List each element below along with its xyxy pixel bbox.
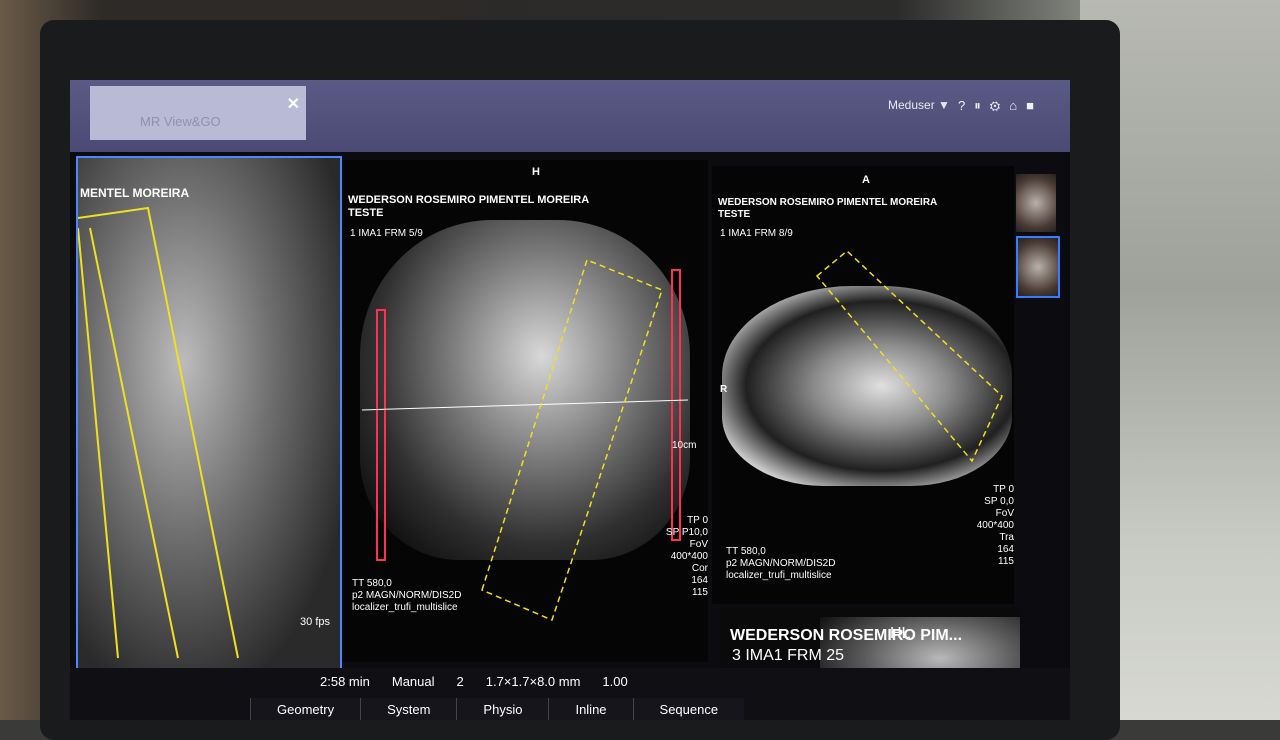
center-tt: TT 580,0 [352,578,392,589]
info-tp: TP 0 [687,515,708,526]
left-viewport[interactable]: MENTEL MOREIRA 30 fps [76,156,342,670]
info-c: 115 [692,587,708,598]
resolution-label: 1.7×1.7×8.0 mm [485,674,581,689]
time-label: 2:58 min [320,674,370,689]
bottom-tabs: Geometry System Physio Inline Sequence [250,698,745,720]
tab-system[interactable]: System [360,698,457,720]
app-tab-title: MR View&GO [140,114,221,129]
thumbnail-1[interactable] [1016,174,1056,232]
status-bar: 2:58 min Manual 2 1.7×1.7×8.0 mm 1.00 Ge… [70,668,1070,720]
rinfo-tp: TP 0 [993,484,1014,495]
right-viewport[interactable]: A WEDERSON ROSEMIRO PIMENTEL MOREIRA TES… [712,166,1014,604]
left-patient-name: MENTEL MOREIRA [80,186,190,200]
rinfo-plane: Tra [999,532,1014,543]
fps-label: 30 fps [300,616,330,628]
r-label: R [720,384,728,395]
info-sp: SP P10,0 [665,527,708,538]
center-sequence: localizer_trufi_multislice [352,602,458,613]
close-icon[interactable]: ✕ [287,94,300,114]
rinfo-c: 115 [998,556,1014,567]
center-image-info: 1 IMA1 FRM 5/9 [350,228,423,239]
br-patient-name: WEDERSON ROSEMIRO PIM... [730,627,963,644]
right-recon: p2 MAGN/NORM/DIS2D [726,558,836,569]
tab-sequence[interactable]: Sequence [632,698,745,720]
right-patient-name: WEDERSON ROSEMIRO PIMENTEL MOREIRA [718,197,938,208]
br-hl: HL [890,625,911,642]
orientation-a: A [862,174,870,186]
left-planning-lines [78,206,239,659]
right-image-info: 1 IMA1 FRM 8/9 [720,228,793,239]
help-icon[interactable]: ? [958,98,974,113]
mr-screen: MR View&GO ✕ Meduser ▼ ?⏸⚙⌂■ MENTEL MORE… [70,80,1070,720]
factor-label: 1.00 [602,674,628,689]
orientation-h: H [532,166,540,178]
info-plane: Cor [691,563,708,574]
center-viewport[interactable]: H WEDERSON ROSEMIRO PIMENTEL MOREIRA TES… [342,160,708,662]
tab-inline[interactable]: Inline [548,698,633,720]
center-patient-name: WEDERSON ROSEMIRO PIMENTEL MOREIRA [348,194,590,206]
br-image-info: 3 IMA1 FRM 25 [732,647,845,664]
right-sequence: localizer_trufi_multislice [726,570,832,581]
rinfo-w: 164 [997,544,1014,555]
info-fov: FoV 400*400 [670,539,708,562]
status-row: 2:58 min Manual 2 1.7×1.7×8.0 mm 1.00 [320,674,628,689]
right-tt: TT 580,0 [726,546,766,557]
info-w: 164 [691,575,708,586]
tab-physio[interactable]: Physio [456,698,549,720]
tab-geometry[interactable]: Geometry [250,698,361,720]
top-bar: MR View&GO ✕ Meduser ▼ ?⏸⚙⌂■ [70,80,1070,152]
center-right-info: TP 0 SP P10,0 FoV 400*400 Cor 164 115 [664,515,708,599]
toolbar-icons[interactable]: ?⏸⚙⌂■ [958,98,1043,114]
thumbnail-2[interactable] [1016,236,1060,298]
mode-label[interactable]: Manual [392,674,435,689]
app-tab[interactable]: MR View&GO ✕ [90,86,306,140]
rinfo-fov: FoV 400*400 [976,508,1014,531]
right-study: TESTE [718,209,751,220]
center-recon: p2 MAGN/NORM/DIS2D [352,590,462,601]
right-right-info: TP 0 SP 0,0 FoV 400*400 Tra 164 115 [958,484,1014,568]
user-menu[interactable]: Meduser ▼ [888,98,950,112]
scale-label: 10cm [672,440,697,451]
rinfo-sp: SP 0,0 [984,496,1014,507]
center-study: TESTE [348,207,384,219]
count-label: 2 [456,674,464,689]
